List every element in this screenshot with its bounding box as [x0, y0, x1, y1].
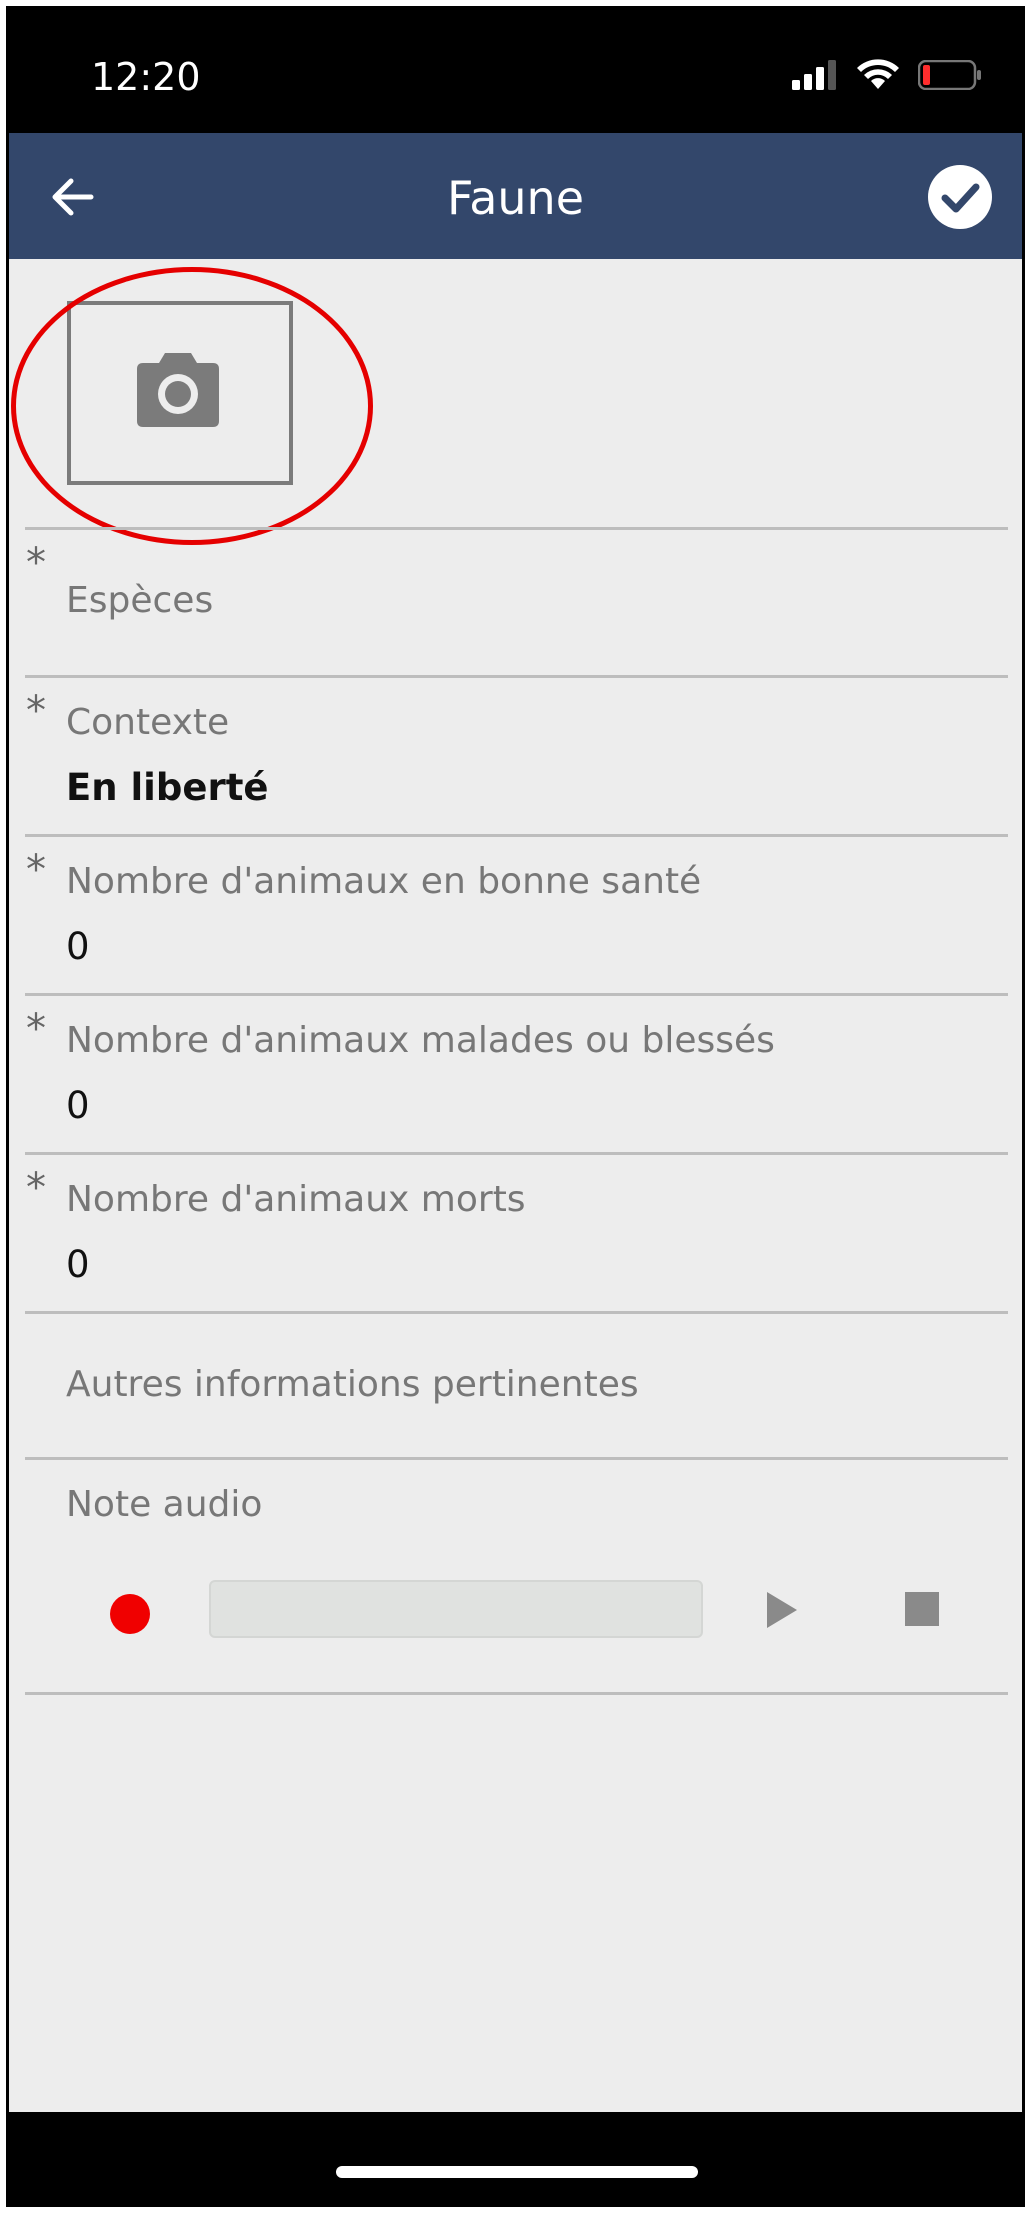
- signal-icon: [792, 60, 836, 90]
- field-value: 0: [66, 925, 90, 968]
- required-asterisk: *: [26, 540, 46, 586]
- field-label: Espèces: [66, 580, 214, 621]
- divider: [25, 1692, 1008, 1695]
- required-asterisk: *: [26, 847, 46, 893]
- play-icon[interactable]: [767, 1592, 797, 1628]
- audio-controls: [9, 1580, 1022, 1650]
- field-especes[interactable]: * Espèces: [9, 530, 1022, 675]
- field-other-info[interactable]: Autres informations pertinentes: [9, 1314, 1022, 1457]
- field-contexte[interactable]: * Contexte En liberté: [9, 678, 1022, 834]
- field-value: En liberté: [66, 766, 269, 809]
- field-label: Nombre d'animaux morts: [66, 1179, 526, 1220]
- field-label: Autres informations pertinentes: [66, 1364, 639, 1405]
- status-bar: 12:20: [9, 9, 1022, 133]
- field-value: 0: [66, 1243, 90, 1286]
- page-title: Faune: [446, 171, 585, 225]
- required-asterisk: *: [26, 688, 46, 734]
- wifi-icon: [857, 59, 899, 89]
- field-sick-count[interactable]: * Nombre d'animaux malades ou blessés 0: [9, 996, 1022, 1152]
- field-value: 0: [66, 1084, 90, 1127]
- status-icons: [792, 59, 982, 91]
- confirm-button[interactable]: [928, 165, 992, 229]
- audio-note-label: Note audio: [66, 1484, 263, 1525]
- field-label: Contexte: [66, 702, 230, 743]
- field-dead-count[interactable]: * Nombre d'animaux morts 0: [9, 1155, 1022, 1311]
- record-icon[interactable]: [110, 1594, 150, 1634]
- check-circle-icon: [941, 183, 980, 213]
- field-label: Nombre d'animaux en bonne santé: [66, 861, 702, 902]
- audio-note-section: Note audio: [9, 1460, 1022, 1692]
- field-healthy-count[interactable]: * Nombre d'animaux en bonne santé 0: [9, 837, 1022, 993]
- add-photo-button[interactable]: [67, 301, 293, 485]
- home-indicator[interactable]: [336, 2166, 698, 2178]
- stop-icon[interactable]: [905, 1592, 939, 1626]
- battery-low-icon: [918, 60, 981, 90]
- required-asterisk: *: [26, 1006, 46, 1052]
- required-asterisk: *: [26, 1165, 46, 1211]
- home-indicator-area: [9, 2112, 1022, 2204]
- phone-screen: 12:20 Faune * Espèces * Contexte En libe…: [6, 6, 1025, 2207]
- audio-progress-bar[interactable]: [209, 1580, 703, 1638]
- camera-icon: [137, 353, 219, 427]
- app-bar: Faune: [9, 133, 1022, 259]
- status-time: 12:20: [91, 55, 201, 99]
- field-label: Nombre d'animaux malades ou blessés: [66, 1020, 775, 1061]
